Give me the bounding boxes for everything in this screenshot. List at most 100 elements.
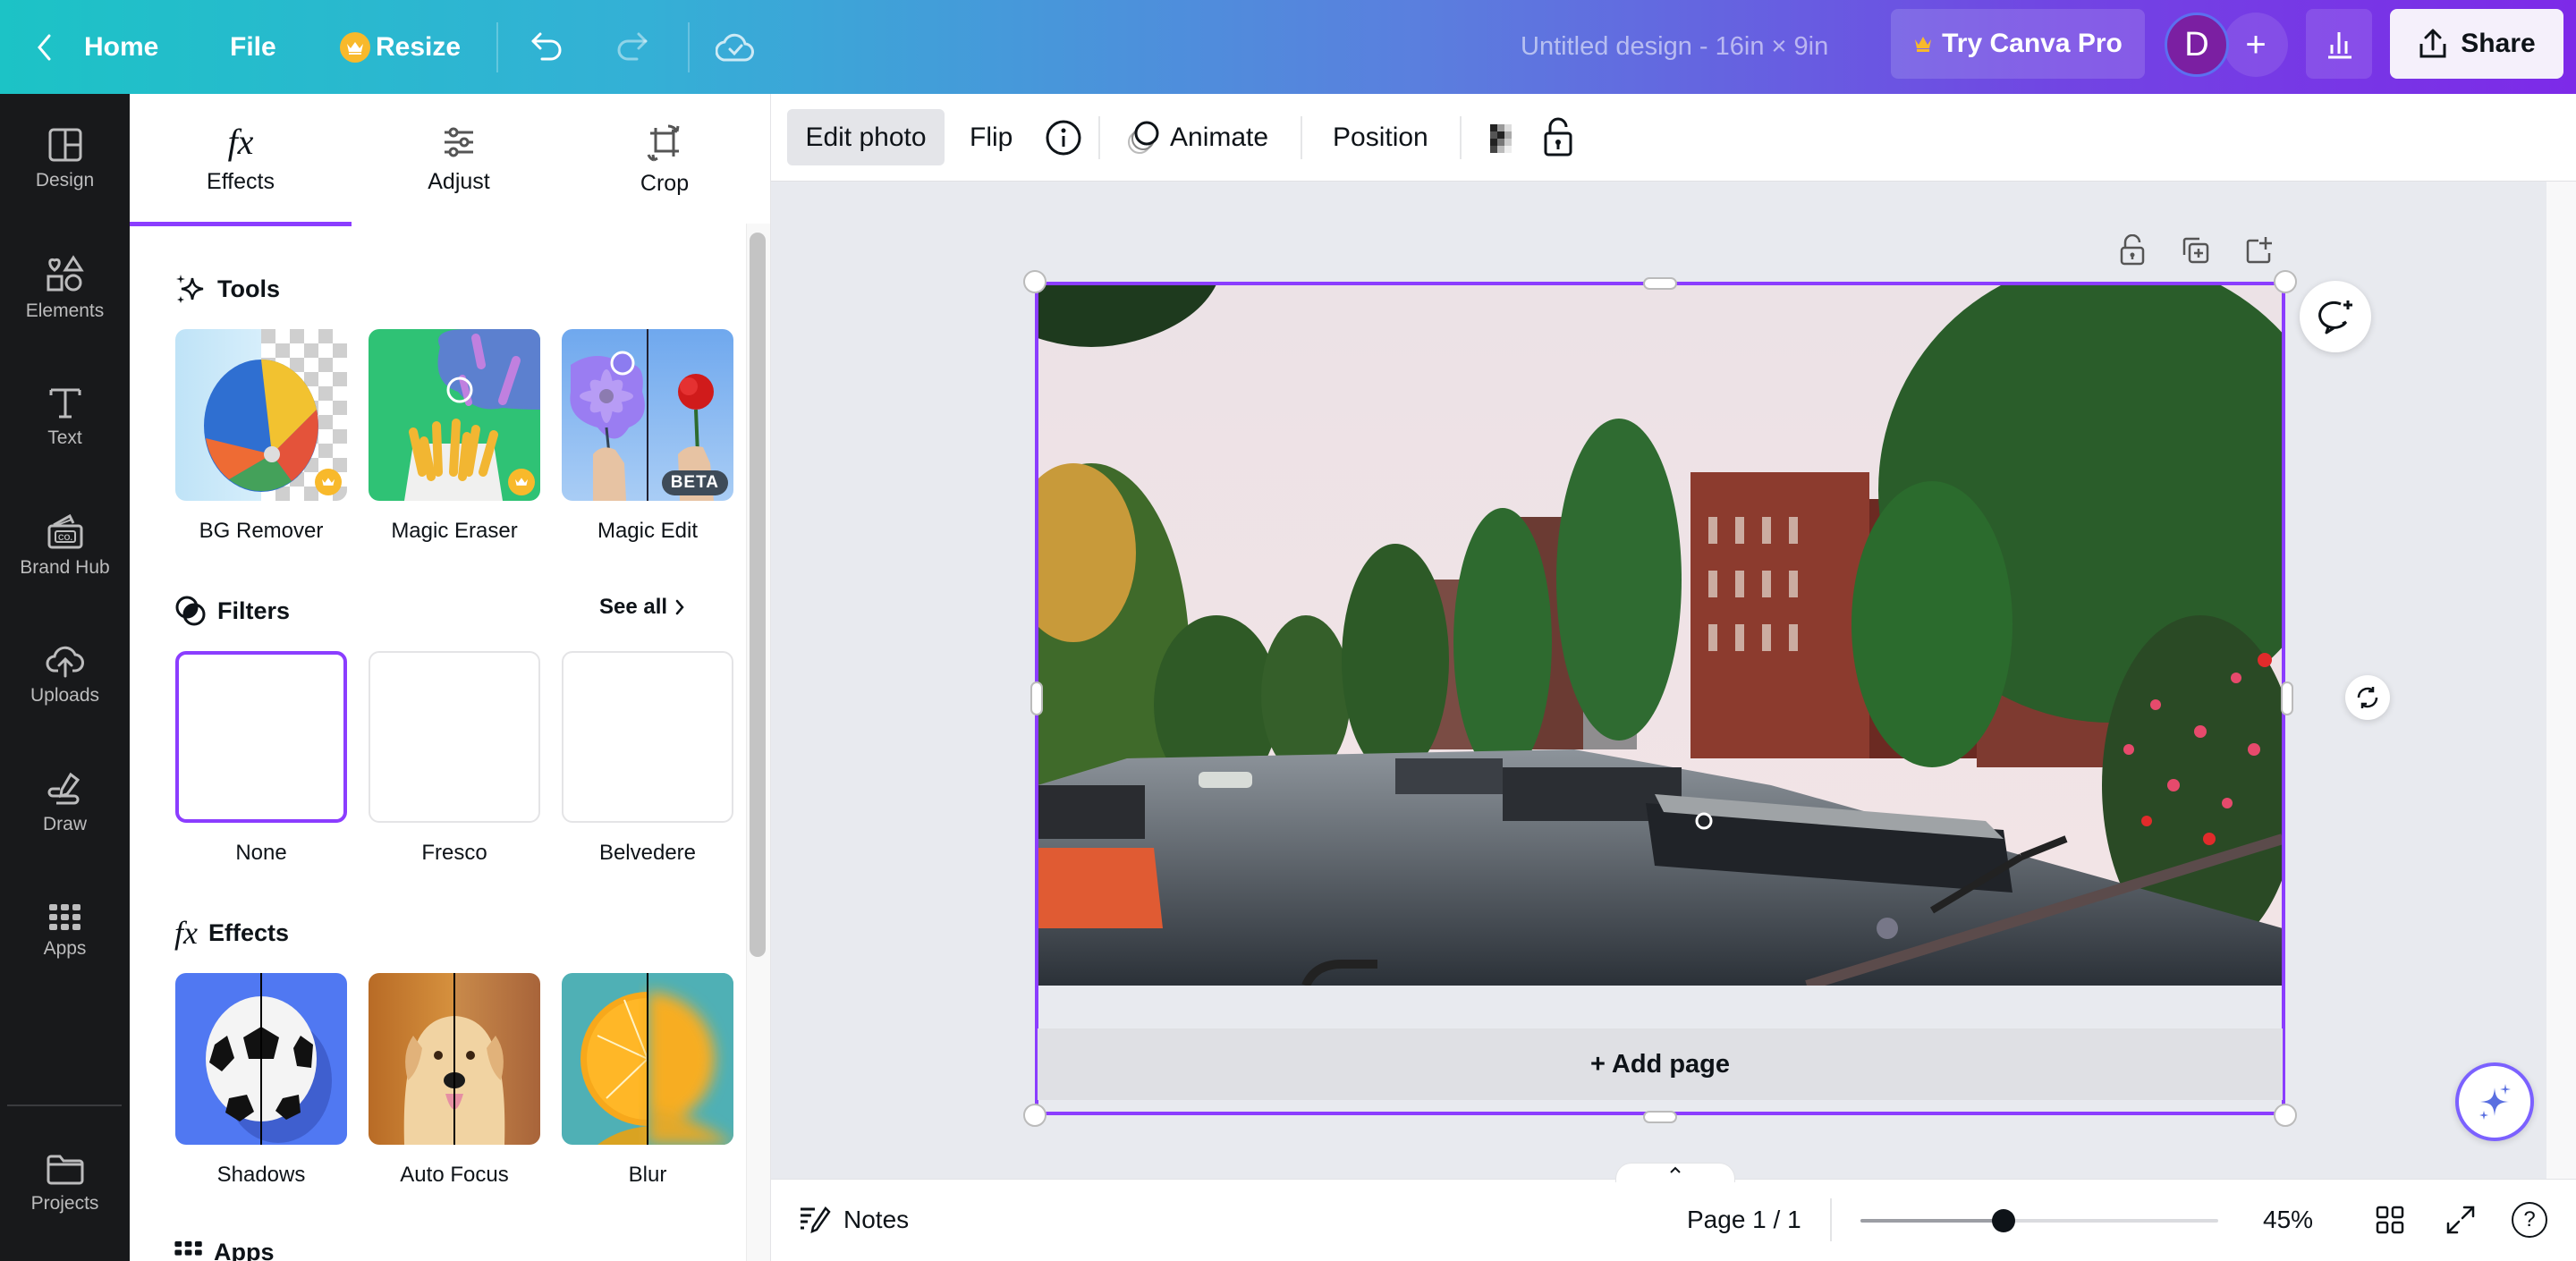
filter-label: None [235,841,287,865]
redo-button[interactable] [614,0,649,94]
effect-shadows[interactable] [175,973,347,1145]
home-label: Home [84,31,159,62]
tab-effects[interactable]: fx Effects [130,94,352,224]
rail-item-text[interactable]: Text [0,359,130,475]
crown-icon [340,31,370,63]
resize-button[interactable]: Resize [340,0,461,94]
top-bar: Home File Resize Untitled design - 16in … [0,0,2576,94]
tab-crop[interactable]: Crop [566,94,763,224]
crown-icon [508,469,535,495]
add-page-icon-button[interactable] [2240,231,2279,270]
add-comment-button[interactable] [2300,281,2371,352]
effect-auto-focus[interactable] [369,973,540,1145]
avatar-initial: D [2184,25,2209,63]
resize-handle-bottom[interactable] [1643,1111,1677,1123]
divider [1460,116,1462,159]
section-title-text: Tools [217,275,280,302]
notes-button[interactable]: Notes [799,1179,909,1261]
rail-item-brand-hub[interactable]: CO. Brand Hub [0,487,130,604]
lock-button[interactable] [1528,109,1589,165]
plus-icon: + [2245,24,2267,64]
document-title[interactable]: Untitled design - 16in × 9in [1521,0,1828,94]
see-all-filters-link[interactable]: See all [599,595,685,620]
tool-magic-eraser[interactable] [369,329,540,501]
tool-magic-edit[interactable]: BETA [562,329,733,501]
flip-label: Flip [970,122,1013,152]
zoom-percent-label: 45% [2263,1206,2314,1233]
resize-handle-top[interactable] [1643,277,1677,290]
grid-view-button[interactable] [2375,1179,2405,1261]
rail-label: Text [47,427,82,448]
unlock-icon [2119,234,2146,267]
animate-label: Animate [1170,122,1269,152]
rotate-icon [2355,685,2380,710]
redo-icon [614,30,649,64]
add-page-button[interactable]: + Add page [1038,1028,2283,1100]
orange-thumbnail [580,973,733,1145]
file-menu-button[interactable]: File [230,0,276,94]
flip-button[interactable]: Flip [955,109,1027,165]
rail-label: Elements [25,300,105,321]
rail-item-draw[interactable]: Draw [0,745,130,861]
resize-handle-top-left[interactable] [1023,270,1046,293]
animate-button[interactable]: Animate [1111,109,1283,165]
fx-icon: fx [227,121,254,162]
filter-fresco[interactable] [369,651,540,823]
resize-handle-left[interactable] [1030,681,1043,715]
resize-handle-bottom-left[interactable] [1023,1104,1046,1127]
help-button[interactable]: ? [2512,1179,2547,1261]
undo-button[interactable] [530,0,565,94]
zoom-slider[interactable] [1860,1209,2218,1232]
rotate-button[interactable] [2345,675,2390,720]
section-title-text: Effects [208,918,290,946]
tab-label: Crop [640,170,690,196]
folder-icon [46,1154,85,1186]
animate-icon [1125,119,1163,157]
rail-item-uploads[interactable]: Uploads [0,616,130,732]
save-status-button[interactable] [716,0,755,94]
fullscreen-icon [2445,1204,2477,1236]
shapes-icon [46,254,85,293]
transparency-icon [1485,119,1522,157]
rail-item-projects[interactable]: Projects [0,1126,130,1242]
home-button[interactable]: Home [36,0,158,94]
resize-handle-top-right[interactable] [2274,270,2297,293]
position-button[interactable]: Position [1318,109,1443,165]
share-button[interactable]: Share [2390,9,2563,79]
rail-item-design[interactable]: Design [0,101,130,217]
left-rail: Design Elements Text CO. Brand Hub Uploa… [0,94,130,1261]
magic-assistant-button[interactable] [2455,1062,2534,1141]
page-indicator[interactable]: Page 1 / 1 [1687,1179,1801,1261]
try-canva-pro-button[interactable]: Try Canva Pro [1891,9,2145,79]
chevron-right-icon [674,598,685,616]
effects-section-title: fx Effects [174,917,289,949]
resize-handle-right[interactable] [2281,681,2293,715]
page-indicator-label: Page 1 / 1 [1687,1206,1801,1233]
duplicate-page-button[interactable] [2175,231,2215,270]
tool-bg-remover[interactable] [175,329,347,501]
divider [1830,1198,1832,1241]
resize-handle-bottom-right[interactable] [2274,1104,2297,1127]
info-button[interactable] [1030,109,1097,165]
tab-adjust[interactable]: Adjust [352,94,566,224]
rail-item-elements[interactable]: Elements [0,230,130,346]
filter-none[interactable] [175,651,347,823]
fullscreen-button[interactable] [2445,1179,2477,1261]
filter-belvedere[interactable] [562,651,733,823]
zoom-slider-thumb[interactable] [1992,1209,2015,1232]
try-pro-label: Try Canva Pro [1942,29,2123,58]
add-member-button[interactable]: + [2224,13,2288,77]
zoom-percent-button[interactable]: 45% [2263,1179,2313,1261]
rail-item-apps[interactable]: Apps [0,874,130,990]
context-toolbar: Edit photo Flip Animate Position [771,94,2576,182]
add-page-icon [2244,235,2275,266]
cloud-upload-icon [46,642,85,678]
edit-photo-button[interactable]: Edit photo [787,109,945,165]
lock-page-button[interactable] [2113,231,2152,270]
insights-button[interactable] [2306,9,2372,79]
effect-blur[interactable] [562,973,733,1145]
avatar[interactable]: D [2165,13,2229,77]
transparency-button[interactable] [1470,109,1537,165]
crown-icon [1913,34,1933,54]
panel-scrollbar[interactable] [750,233,766,957]
